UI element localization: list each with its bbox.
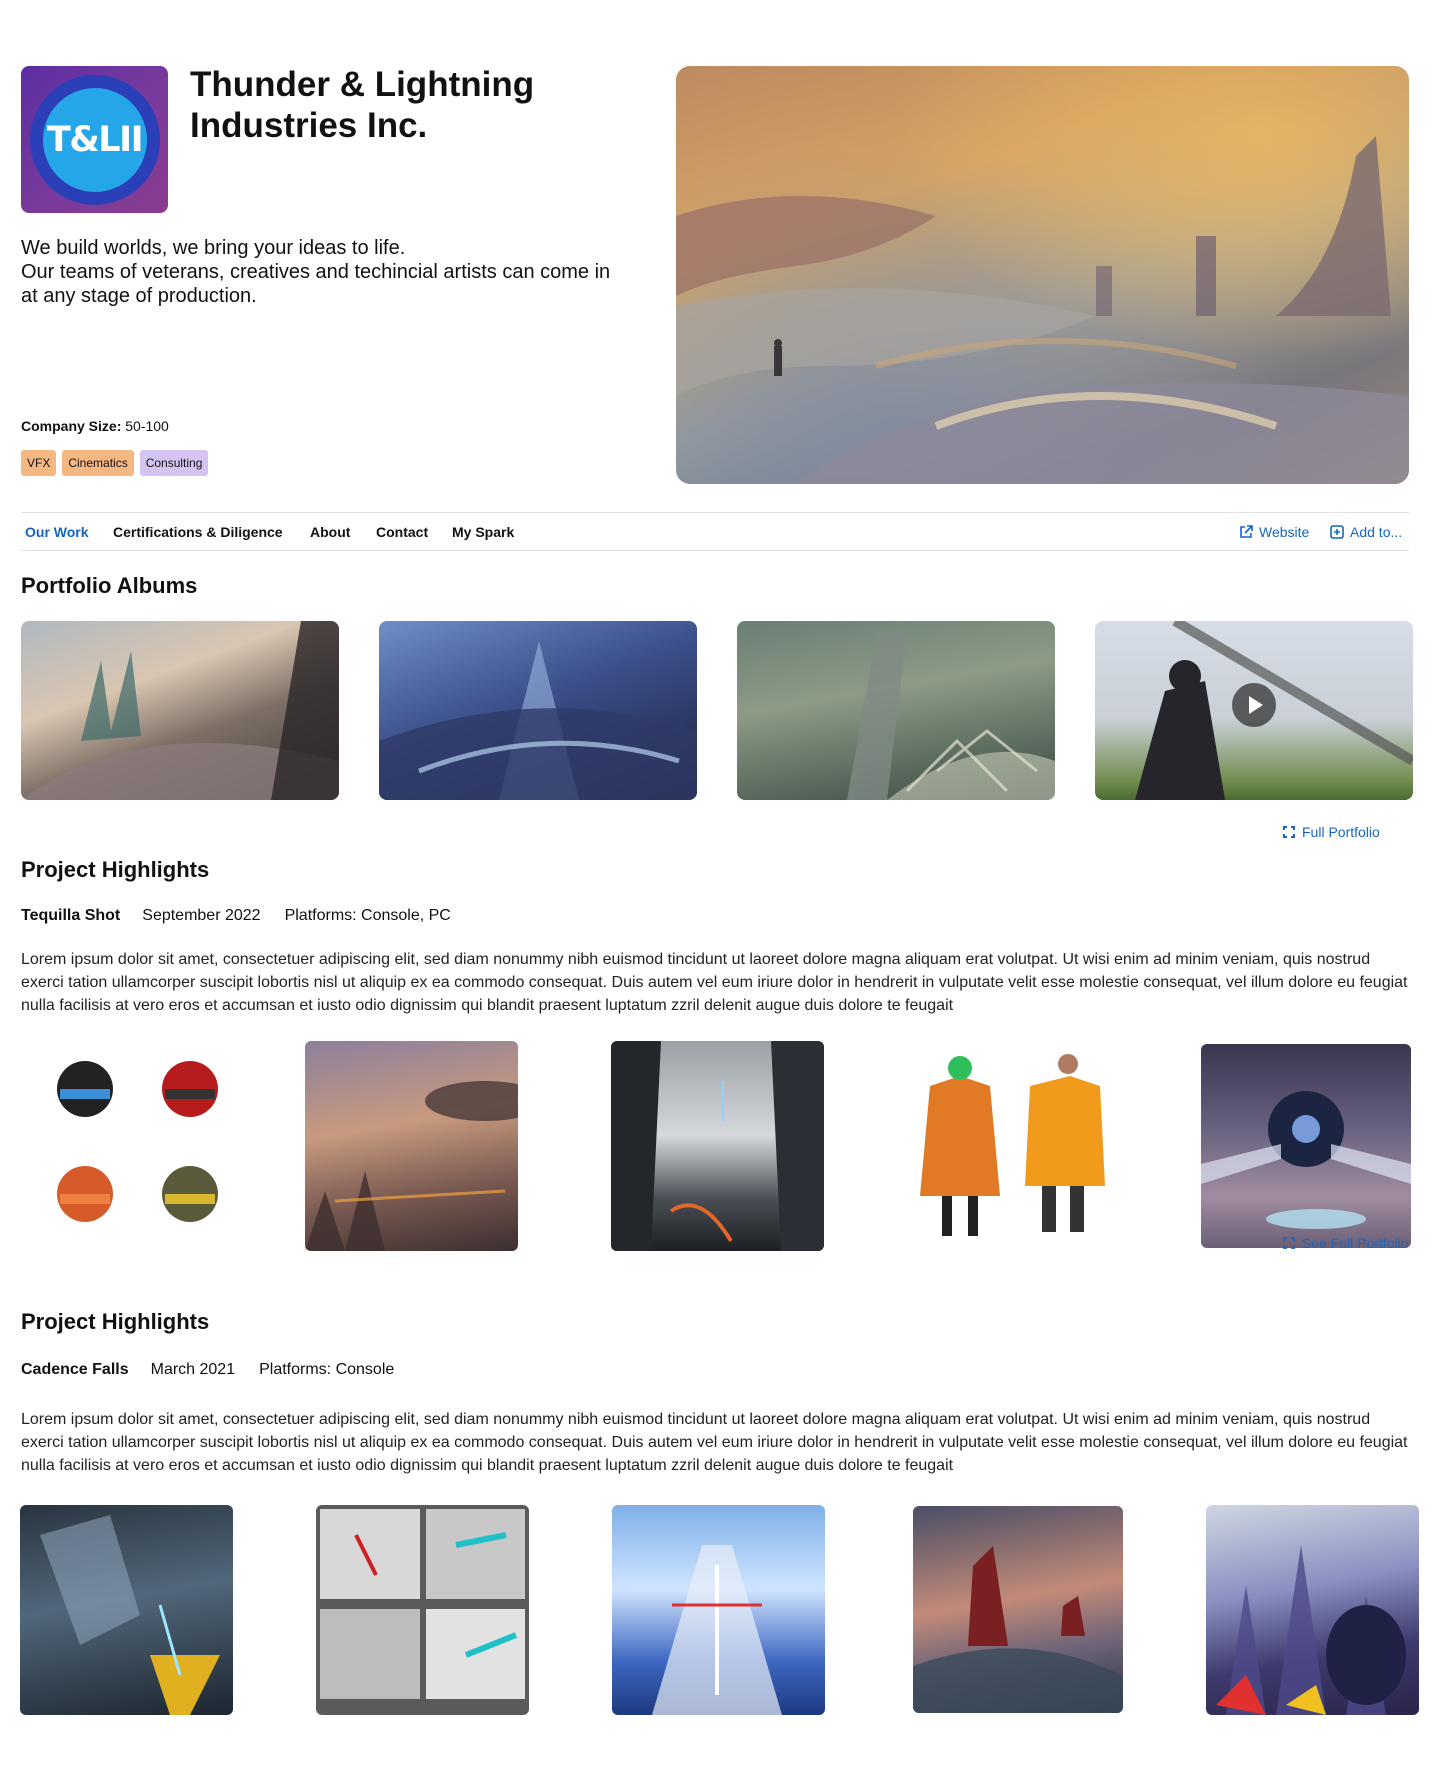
album-art [847,631,1055,800]
highlight-2-platforms: Platforms: Console [259,1361,395,1378]
tab-our-work[interactable]: Our Work [25,524,89,540]
logo-ring: T&LII [29,74,160,205]
highlight-2-title: Project Highlights [21,1309,210,1334]
full-portfolio-link[interactable]: Full Portfolio [1282,824,1380,840]
external-link-icon [1240,525,1253,538]
tag-vfx[interactable]: VFX [21,450,57,476]
highlight-1-platforms: Platforms: Console, PC [284,907,451,924]
expand-icon [1283,826,1295,838]
highlight-1-title: Project Highlights [21,857,210,882]
tab-my-spark[interactable]: My Spark [452,524,514,540]
helmets-art [57,1061,218,1222]
logo-core: T&LII [42,87,147,192]
hero-art [676,66,1409,484]
portfolio-title: Portfolio Albums [21,573,198,598]
album-art [21,621,339,800]
expand-icon [1283,1237,1295,1249]
see-full-portfolio-link[interactable]: See Full Portfolio [1282,1235,1409,1251]
portal-chamber-art [1201,1091,1411,1229]
company-size-value: 50-100 [125,418,169,434]
company-logo: T&LII [21,66,168,213]
play-video-icon[interactable] [1232,683,1276,728]
full-portfolio-label: Full Portfolio [1302,824,1380,840]
highlight-2-meta: Cadence Falls March 2021 Platforms: Cons… [21,1361,394,1379]
portal-chamber-image[interactable] [1201,1044,1411,1248]
company-name: Thunder & Lightning Industries Inc. [190,65,535,145]
company-size-label: Company Size: [21,418,122,434]
dark-tower-art [611,1041,824,1251]
highlight-1-project[interactable]: Tequilla Shot [21,907,120,925]
tab-certifications[interactable]: Certifications & Diligence [113,524,283,540]
dark-tower-image[interactable] [611,1041,824,1251]
spiral-structure-image[interactable] [20,1505,233,1715]
company-size: Company Size: 50-100 [21,418,169,434]
add-to-label: Add to... [1350,524,1403,540]
see-full-portfolio-label: See Full Portfolio [1302,1235,1409,1251]
album-art [379,641,697,800]
floating-city-image[interactable] [305,1041,518,1251]
hero-concept-art-image [676,66,1409,484]
highlight-2-date: March 2021 [150,1361,236,1378]
storyboard-image[interactable] [316,1505,529,1715]
cloaked-figure-image[interactable] [913,1506,1123,1713]
highlight-2-description: Lorem ipsum dolor sit amet, consectetuer… [21,1411,1408,1474]
tag-cinematics[interactable]: Cinematics [62,450,134,476]
website-link[interactable]: Website [1239,524,1309,540]
floating-city-art [305,1081,518,1251]
highlight-2-project[interactable]: Cadence Falls [21,1361,129,1379]
speed-track-image[interactable] [612,1505,825,1715]
helmets-concept-image[interactable] [40,1044,240,1252]
highlight-1-meta: Tequilla Shot September 2022 Platforms: … [21,907,451,925]
spiral-structure-art [40,1515,220,1715]
tab-about[interactable]: About [310,524,350,540]
storyboard-art [320,1509,525,1699]
crystal-city-art [1216,1545,1406,1715]
album-blue-megastructure[interactable] [379,621,697,800]
profile-tab-bar: Our Work Certifications & Diligence Abou… [21,512,1409,551]
coat-concept-image[interactable] [920,1046,1110,1242]
company-tagline: We build worlds, we bring your ideas to … [21,237,611,307]
tag-consulting[interactable]: Consulting [139,450,209,476]
add-to-button[interactable]: Add to... [1330,524,1402,540]
album-city-canyon[interactable] [21,621,339,800]
add-square-icon [1330,525,1344,539]
highlight-1-date: September 2022 [142,907,261,924]
company-tags: VFX Cinematics Consulting [21,450,209,476]
website-label: Website [1259,524,1310,540]
logo-text: T&LII [46,119,144,160]
speed-track-art [652,1545,782,1715]
crystal-city-image[interactable] [1206,1505,1419,1715]
cloaked-figure-art [913,1546,1123,1713]
tab-contact[interactable]: Contact [376,524,428,540]
coat-art [920,1054,1105,1236]
highlight-1-description: Lorem ipsum dolor sit amet, consectetuer… [21,951,1408,1014]
album-green-lattice[interactable] [737,621,1055,800]
album-suited-figure[interactable] [1095,621,1413,800]
